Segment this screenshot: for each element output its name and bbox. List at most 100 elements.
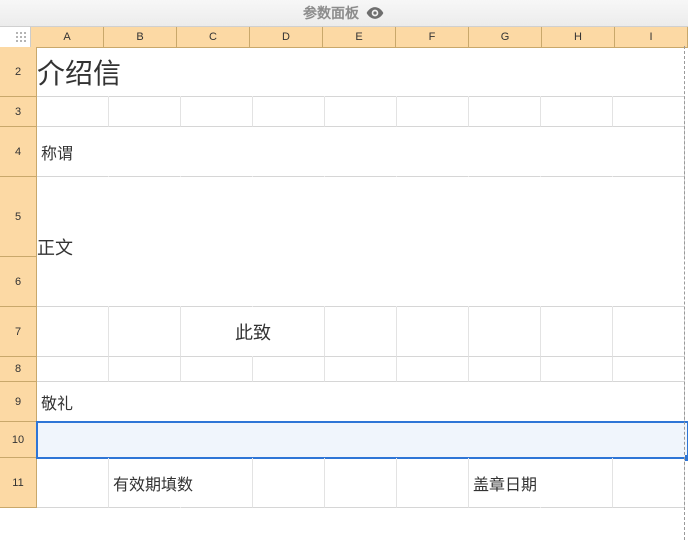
cell-I11[interactable] <box>613 458 685 508</box>
cell-G7[interactable] <box>469 307 541 357</box>
cell-G3[interactable] <box>469 97 541 127</box>
row-11: 11 有效期填数 盖章日期 <box>0 458 688 508</box>
cell-D11[interactable] <box>253 458 325 508</box>
cell-D3[interactable] <box>253 97 325 127</box>
cell-F11[interactable] <box>397 458 469 508</box>
col-header-E[interactable]: E <box>323 27 396 48</box>
cell-G9[interactable] <box>469 382 541 422</box>
row-header-9[interactable]: 9 <box>0 382 37 422</box>
cell-E11[interactable] <box>325 458 397 508</box>
col-header-H[interactable]: H <box>542 27 615 48</box>
cell-H3[interactable] <box>541 97 613 127</box>
cell-C4[interactable] <box>181 127 253 177</box>
cell-B3[interactable] <box>109 97 181 127</box>
cell-C3[interactable] <box>181 97 253 127</box>
cell-H7[interactable] <box>541 307 613 357</box>
cell-I7[interactable] <box>613 307 685 357</box>
cell-G4[interactable] <box>469 127 541 177</box>
cell-E8[interactable] <box>325 357 397 382</box>
col-header-I[interactable]: I <box>615 27 688 48</box>
cell-D4[interactable] <box>253 127 325 177</box>
cell-E7[interactable] <box>325 307 397 357</box>
cell-B4[interactable] <box>109 127 181 177</box>
cell-A3[interactable] <box>37 97 109 127</box>
cell-E10[interactable] <box>325 422 397 458</box>
row-header-7[interactable]: 7 <box>0 307 37 357</box>
parameter-panel-title: 参数面板 <box>303 3 359 23</box>
cell-A4[interactable]: 称谓 <box>37 127 109 177</box>
row-2: 2 介绍信 <box>0 47 688 97</box>
cell-I8[interactable] <box>613 357 685 382</box>
cell-H10[interactable] <box>541 422 613 458</box>
closing-merged[interactable]: 此致 <box>181 307 325 357</box>
visibility-eye-icon[interactable] <box>365 3 385 23</box>
validity-merged[interactable]: 有效期填数 <box>109 458 257 508</box>
col-header-D[interactable]: D <box>250 27 323 48</box>
cell-D9[interactable] <box>253 382 325 422</box>
cell-F3[interactable] <box>397 97 469 127</box>
col-header-C[interactable]: C <box>177 27 250 48</box>
cell-C8[interactable] <box>181 357 253 382</box>
cell-B10[interactable] <box>109 422 181 458</box>
cell-B7[interactable] <box>109 307 181 357</box>
cell-C10[interactable] <box>181 422 253 458</box>
body-text-label: 正文 <box>37 234 688 260</box>
salutation-label: 称谓 <box>37 140 73 164</box>
cell-B8[interactable] <box>109 357 181 382</box>
row-header-4[interactable]: 4 <box>0 127 37 177</box>
column-header-row: A B C D E F G H I <box>0 27 688 47</box>
row-4: 4 称谓 <box>0 127 688 177</box>
cell-A10[interactable] <box>37 422 109 458</box>
left-grip-spacer <box>0 27 12 48</box>
cell-F9[interactable] <box>397 382 469 422</box>
cell-I3[interactable] <box>613 97 685 127</box>
cell-I4[interactable] <box>613 127 685 177</box>
row-10: 10 <box>0 422 688 458</box>
cell-E3[interactable] <box>325 97 397 127</box>
cell-A11[interactable] <box>37 458 109 508</box>
cell-F10[interactable] <box>397 422 469 458</box>
col-header-A[interactable]: A <box>31 27 104 48</box>
cell-I9[interactable] <box>613 382 685 422</box>
cell-E4[interactable] <box>325 127 397 177</box>
cell-D10[interactable] <box>253 422 325 458</box>
row-8: 8 <box>0 357 688 382</box>
cell-H9[interactable] <box>541 382 613 422</box>
spreadsheet-grid[interactable]: A B C D E F G H I 2 介绍信 3 <box>0 27 688 508</box>
row-header-11[interactable]: 11 <box>0 458 37 508</box>
cell-E9[interactable] <box>325 382 397 422</box>
regards-label: 敬礼 <box>37 390 73 414</box>
row-header-8[interactable]: 8 <box>0 357 37 382</box>
cell-H8[interactable] <box>541 357 613 382</box>
cell-D8[interactable] <box>253 357 325 382</box>
col-header-F[interactable]: F <box>396 27 469 48</box>
cell-F4[interactable] <box>397 127 469 177</box>
col-header-G[interactable]: G <box>469 27 542 48</box>
merged-body-cell[interactable]: 正文 <box>37 187 688 307</box>
row-header-3[interactable]: 3 <box>0 97 37 127</box>
cell-A7[interactable] <box>37 307 109 357</box>
row-header-2[interactable]: 2 <box>0 47 37 97</box>
cell-F7[interactable] <box>397 307 469 357</box>
row-header-10[interactable]: 10 <box>0 422 37 458</box>
merged-title-cell[interactable]: 介绍信 <box>37 47 688 97</box>
closing-label: 此致 <box>235 319 271 345</box>
cell-G8[interactable] <box>469 357 541 382</box>
select-all-corner[interactable] <box>12 27 31 48</box>
row-7: 7 此致 <box>0 307 688 357</box>
cell-A9[interactable]: 敬礼 <box>37 382 109 422</box>
cell-F8[interactable] <box>397 357 469 382</box>
cell-C9[interactable] <box>181 382 253 422</box>
cell-I10[interactable] <box>613 422 685 458</box>
parameter-panel-bar[interactable]: 参数面板 <box>0 0 688 27</box>
cell-G10[interactable] <box>469 422 541 458</box>
row-header-6[interactable]: 6 <box>0 257 37 307</box>
sheet-right-edge-dashed <box>684 46 685 540</box>
cell-H4[interactable] <box>541 127 613 177</box>
document-title: 介绍信 <box>37 52 688 92</box>
cell-B9[interactable] <box>109 382 181 422</box>
seal-date-merged[interactable]: 盖章日期 <box>469 458 617 508</box>
row-header-5[interactable]: 5 <box>0 177 37 257</box>
cell-A8[interactable] <box>37 357 109 382</box>
col-header-B[interactable]: B <box>104 27 177 48</box>
